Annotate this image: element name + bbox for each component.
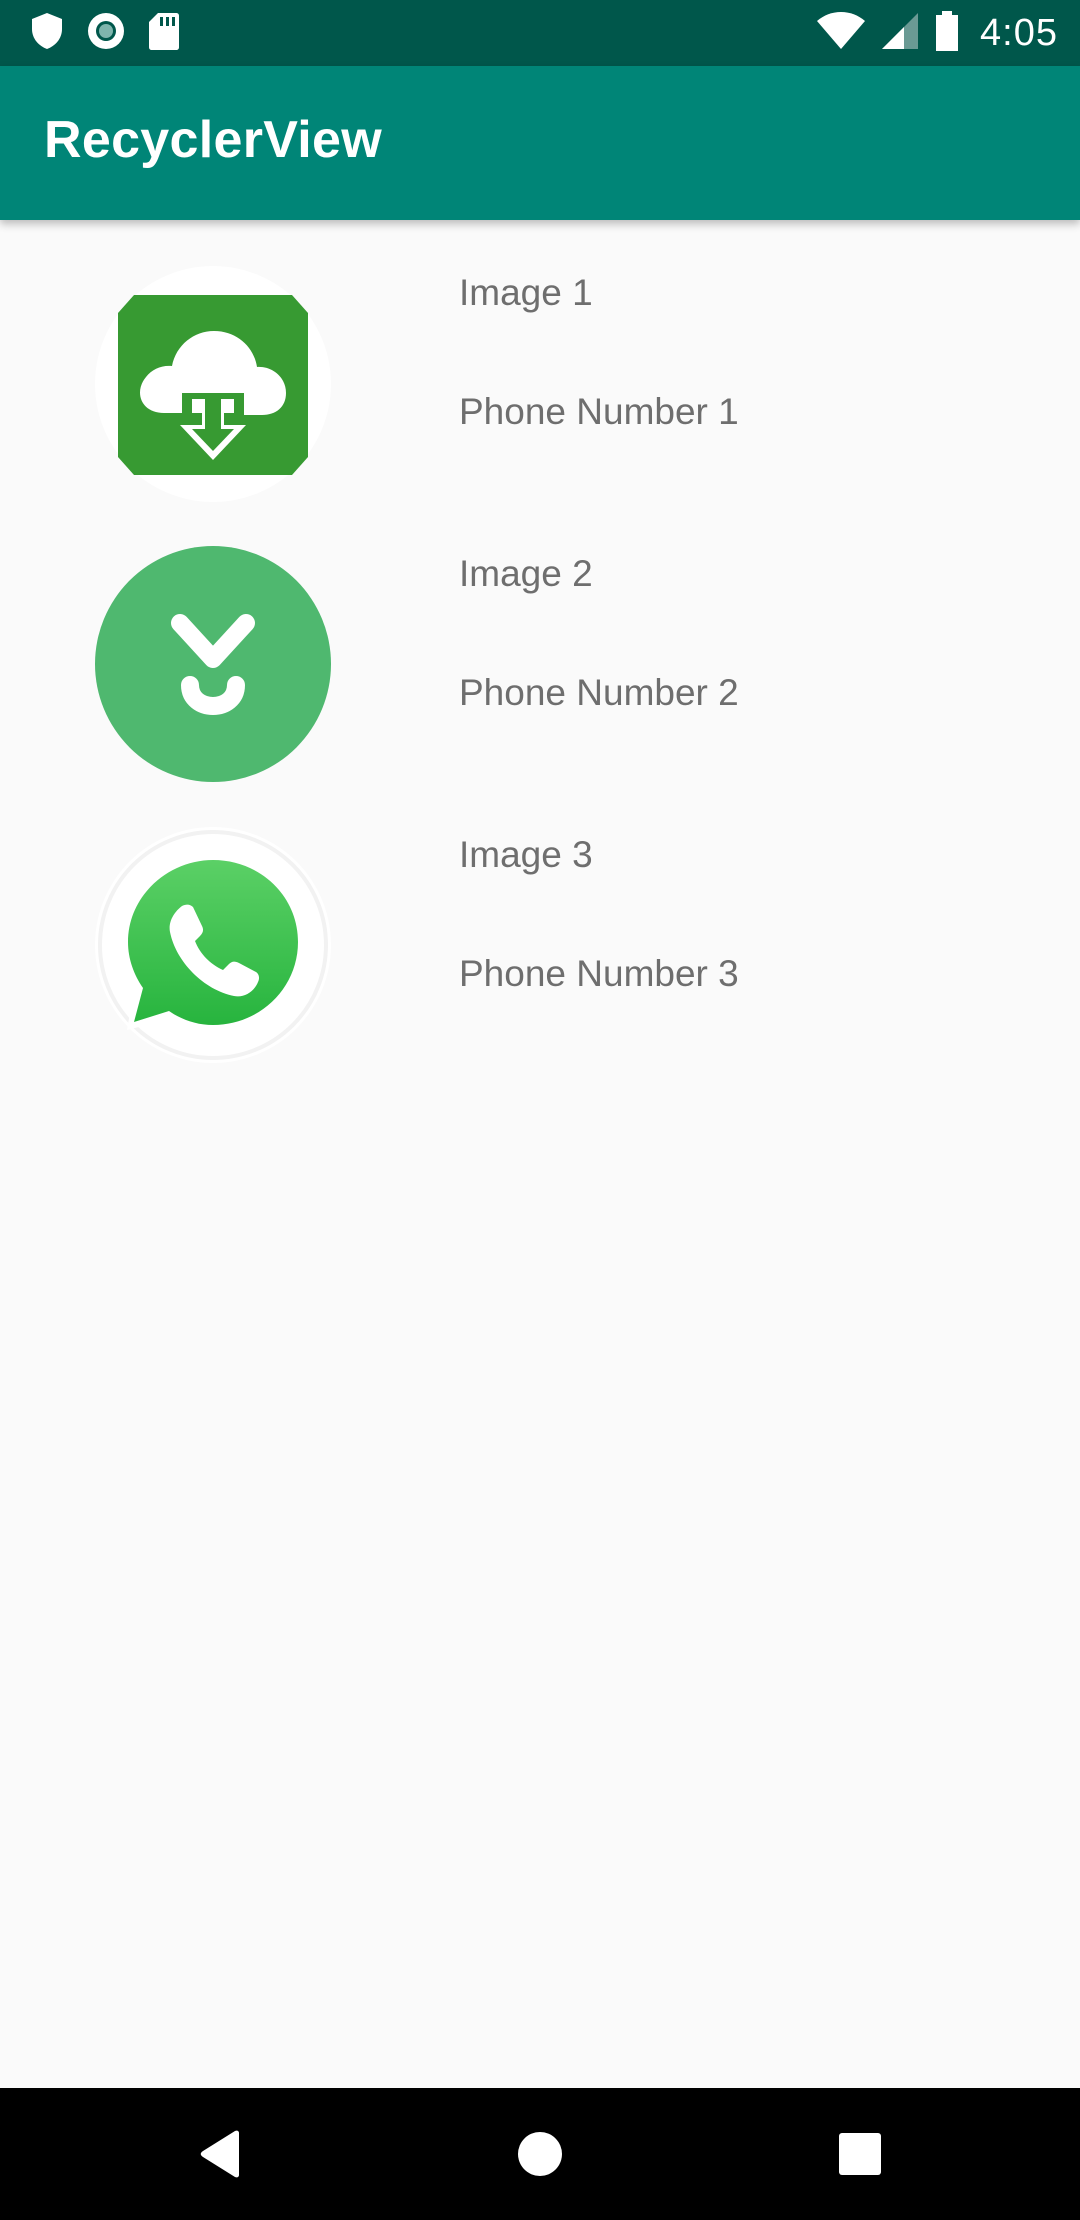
status-bar: 4:05 <box>0 0 1080 66</box>
whatsapp-icon <box>94 826 332 1064</box>
recents-button[interactable] <box>820 2116 900 2196</box>
status-right-icons: 4:05 <box>816 10 1058 56</box>
cloud-download-icon <box>94 265 332 503</box>
record-icon <box>86 11 126 56</box>
home-icon <box>517 2131 563 2182</box>
back-icon <box>197 2129 243 2184</box>
shield-icon <box>30 11 64 56</box>
back-button[interactable] <box>180 2116 260 2196</box>
item-subtitle: Phone Number 2 <box>459 672 739 713</box>
item-subtitle: Phone Number 3 <box>459 953 739 994</box>
item-title: Image 1 <box>459 272 593 313</box>
status-left-icons <box>30 12 180 54</box>
app-bar: RecyclerView <box>0 66 1080 220</box>
list-item[interactable]: Image 2 Phone Number 2 <box>0 501 1080 783</box>
app-title: RecyclerView <box>44 111 382 169</box>
cell-signal-icon <box>880 11 920 56</box>
recents-icon <box>838 2132 882 2181</box>
download-arrow-icon <box>94 545 332 783</box>
item-subtitle: Phone Number 1 <box>459 391 739 432</box>
sd-card-icon <box>148 11 180 56</box>
item-title: Image 2 <box>459 553 593 594</box>
battery-icon <box>934 10 960 57</box>
home-button[interactable] <box>500 2116 580 2196</box>
item-title: Image 3 <box>459 834 593 875</box>
status-time: 4:05 <box>980 11 1058 54</box>
wifi-icon <box>816 11 866 56</box>
list-item[interactable]: Image 3 Phone Number 3 <box>0 782 1080 1064</box>
navigation-bar <box>0 2088 1080 2220</box>
list-item[interactable]: Image 1 Phone Number 1 <box>0 220 1080 503</box>
